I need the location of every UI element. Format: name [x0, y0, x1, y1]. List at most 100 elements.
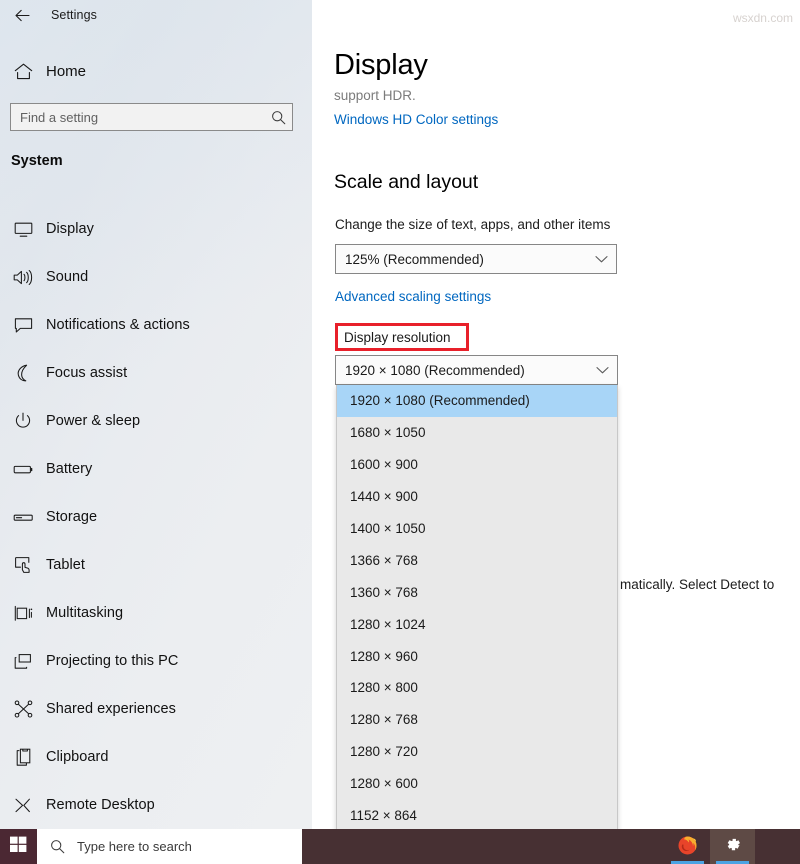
search-input[interactable]	[11, 110, 264, 125]
sidebar-item-home[interactable]: Home	[0, 56, 290, 86]
sidebar-item-focus-assist[interactable]: Focus assist	[0, 349, 300, 397]
resolution-option[interactable]: 1360 × 768	[337, 576, 617, 608]
drive-icon	[0, 512, 46, 523]
sidebar-item-label: Multitasking	[46, 605, 123, 621]
settings-window: Settings Home System	[0, 0, 800, 864]
resolution-option-label: 1366 × 768	[350, 553, 418, 568]
sidebar-item-remote-desktop[interactable]: Remote Desktop	[0, 781, 300, 829]
home-icon	[0, 63, 46, 80]
resolution-option-label: 1920 × 1080 (Recommended)	[350, 393, 530, 408]
remote-desktop-icon	[0, 797, 46, 814]
advanced-scaling-settings-link[interactable]: Advanced scaling settings	[335, 289, 491, 304]
sidebar-item-label: Sound	[46, 269, 88, 285]
windows-logo-icon	[10, 836, 27, 858]
sidebar-item-label: Remote Desktop	[46, 797, 155, 813]
moon-icon	[0, 364, 46, 382]
multitasking-icon	[0, 605, 46, 622]
sidebar-item-label: Power & sleep	[46, 413, 140, 429]
share-nodes-icon	[0, 700, 46, 718]
resolution-option[interactable]: 1280 × 800	[337, 672, 617, 704]
speaker-icon	[0, 269, 46, 286]
scale-caption-label: Change the size of text, apps, and other…	[335, 217, 610, 232]
resolution-dropdown[interactable]: 1920 × 1080 (Recommended)	[335, 355, 618, 385]
sidebar-item-label: Notifications & actions	[46, 317, 190, 333]
firefox-icon	[676, 833, 699, 861]
sidebar-item-tablet[interactable]: Tablet	[0, 541, 300, 589]
display-resolution-label: Display resolution	[338, 330, 451, 345]
resolution-option[interactable]: 1920 × 1080 (Recommended)	[337, 385, 617, 417]
sidebar-item-label: Display	[46, 221, 94, 237]
sidebar-home-label: Home	[46, 63, 86, 80]
site-watermark: wsxdn.com	[733, 11, 793, 25]
sidebar-section-title: System	[11, 153, 63, 169]
settings-sidebar: Settings Home System	[0, 0, 312, 829]
scale-dropdown-value: 125% (Recommended)	[336, 252, 586, 267]
sidebar-item-display[interactable]: Display	[0, 205, 300, 253]
sidebar-item-battery[interactable]: Battery	[0, 445, 300, 493]
resolution-option[interactable]: 1280 × 600	[337, 768, 617, 800]
monitor-icon	[0, 221, 46, 238]
resolution-option-label: 1280 × 768	[350, 712, 418, 727]
resolution-option-label: 1280 × 960	[350, 649, 418, 664]
sidebar-item-projecting-to-this-pc[interactable]: Projecting to this PC	[0, 637, 300, 685]
sidebar-item-label: Clipboard	[46, 749, 109, 765]
resolution-option[interactable]: 1366 × 768	[337, 544, 617, 576]
resolution-option-label: 1400 × 1050	[350, 521, 425, 536]
sidebar-item-shared-experiences[interactable]: Shared experiences	[0, 685, 300, 733]
clipboard-icon	[0, 748, 46, 767]
sidebar-nav-list: Display Sound Notifications & actio	[0, 205, 300, 829]
sidebar-item-sound[interactable]: Sound	[0, 253, 300, 301]
resolution-option[interactable]: 1152 × 864	[337, 800, 617, 829]
resolution-option-label: 1280 × 720	[350, 744, 418, 759]
sidebar-item-label: Shared experiences	[46, 701, 176, 717]
resolution-dropdown-list[interactable]: 1920 × 1080 (Recommended) 1680 × 10501600…	[336, 385, 618, 829]
chat-bubble-icon	[0, 317, 46, 334]
sidebar-item-multitasking[interactable]: Multitasking	[0, 589, 300, 637]
windows-hd-color-settings-link[interactable]: Windows HD Color settings	[334, 112, 498, 127]
taskbar-settings-button[interactable]	[710, 829, 755, 864]
scale-and-layout-heading: Scale and layout	[334, 171, 478, 194]
sidebar-item-label: Focus assist	[46, 365, 127, 381]
resolution-option-label: 1440 × 900	[350, 489, 418, 504]
windows-taskbar: Type here to search	[0, 829, 800, 864]
resolution-option[interactable]: 1680 × 1050	[337, 417, 617, 449]
resolution-option[interactable]: 1280 × 1024	[337, 608, 617, 640]
resolution-option[interactable]: 1280 × 768	[337, 704, 617, 736]
sidebar-item-notifications-actions[interactable]: Notifications & actions	[0, 301, 300, 349]
start-button[interactable]	[0, 829, 37, 864]
display-resolution-heading-highlight: Display resolution	[335, 323, 469, 351]
resolution-option-label: 1280 × 600	[350, 776, 418, 791]
window-titlebar: Settings	[0, 0, 312, 30]
resolution-option-label: 1360 × 768	[350, 585, 418, 600]
taskbar-search-placeholder: Type here to search	[77, 839, 192, 854]
find-a-setting-box[interactable]	[10, 103, 293, 131]
scale-dropdown[interactable]: 125% (Recommended)	[335, 244, 617, 274]
resolution-option[interactable]: 1600 × 900	[337, 449, 617, 481]
resolution-option-label: 1280 × 800	[350, 680, 418, 695]
sidebar-item-label: Projecting to this PC	[46, 653, 178, 669]
taskbar-firefox-button[interactable]	[665, 829, 710, 864]
hdr-support-text: support HDR.	[334, 88, 416, 103]
resolution-option[interactable]: 1280 × 960	[337, 640, 617, 672]
chevron-down-icon	[587, 366, 617, 375]
power-icon	[0, 412, 46, 430]
taskbar-spacer	[302, 829, 665, 864]
resolution-option[interactable]: 1280 × 720	[337, 736, 617, 768]
resolution-option[interactable]: 1440 × 900	[337, 481, 617, 513]
sidebar-item-clipboard[interactable]: Clipboard	[0, 733, 300, 781]
resolution-option-label: 1152 × 864	[350, 808, 417, 823]
settings-gear-icon	[722, 834, 743, 860]
battery-icon	[0, 463, 46, 476]
taskbar-search-box[interactable]: Type here to search	[37, 829, 302, 864]
chevron-down-icon	[586, 255, 616, 264]
sidebar-item-power-sleep[interactable]: Power & sleep	[0, 397, 300, 445]
detect-partial-text: matically. Select Detect to	[620, 577, 774, 592]
search-icon[interactable]	[264, 110, 292, 125]
sidebar-item-storage[interactable]: Storage	[0, 493, 300, 541]
back-arrow-icon[interactable]	[0, 0, 44, 30]
sidebar-item-label: Tablet	[46, 557, 85, 573]
page-title: Display	[334, 49, 432, 82]
project-screen-icon	[0, 653, 46, 670]
resolution-option[interactable]: 1400 × 1050	[337, 513, 617, 545]
sidebar-item-label: Battery	[46, 461, 92, 477]
